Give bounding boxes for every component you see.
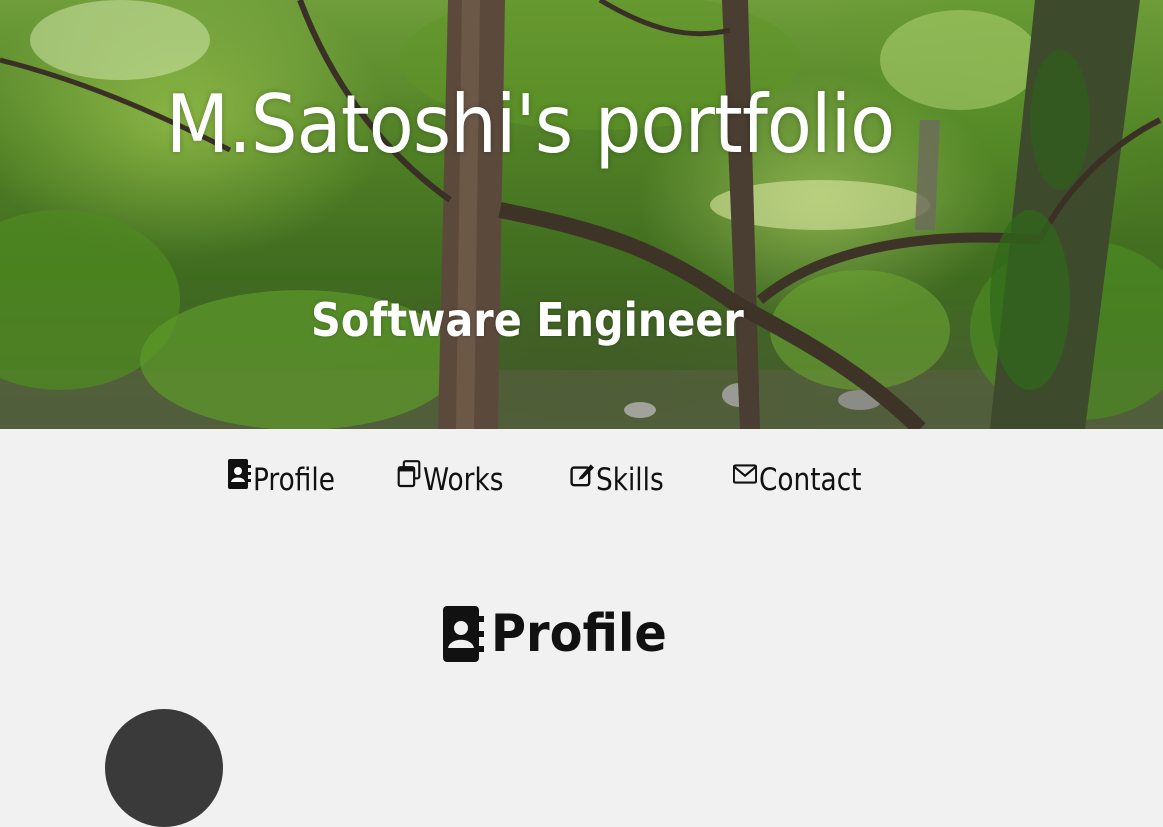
nav-item-works[interactable]: Works [397, 460, 518, 498]
hero-subtitle: Software Engineer [311, 293, 744, 347]
envelope-icon [733, 464, 757, 484]
nav-item-label: Profile [253, 462, 335, 498]
nav-item-skills[interactable]: Skills [570, 462, 676, 498]
nav-item-label: Skills [596, 462, 664, 498]
copy-windows-icon [397, 460, 421, 488]
contact-book-icon [443, 606, 484, 662]
hero-title: M.Satoshi's portfolio [165, 78, 895, 171]
pen-to-square-icon [570, 464, 594, 487]
avatar [105, 709, 223, 827]
nav-item-contact[interactable]: Contact [733, 462, 880, 498]
section-title-label: Profile [491, 604, 667, 664]
hero-banner: M.Satoshi's portfolio Software Engineer [0, 0, 1163, 429]
nav-item-label: Works [423, 462, 504, 498]
nav-item-label: Contact [759, 462, 862, 498]
nav-item-profile[interactable]: Profile [227, 459, 349, 498]
forest-background-image [0, 0, 1163, 429]
contact-book-icon [228, 459, 251, 489]
profile-section-title: Profile [441, 604, 682, 664]
main-navigation: Profile Works Skills Contact [0, 459, 1163, 512]
